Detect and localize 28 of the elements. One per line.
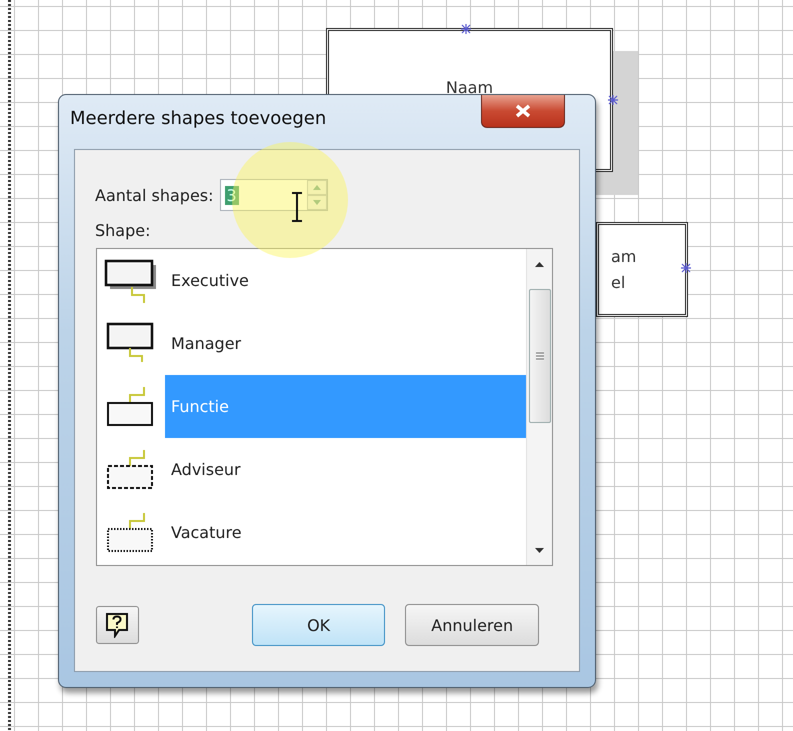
down-arrow-icon — [312, 200, 321, 205]
list-item[interactable]: Adviseur — [165, 438, 526, 501]
up-arrow-icon — [535, 262, 544, 266]
help-icon — [105, 612, 130, 638]
scroll-thumb[interactable] — [528, 289, 550, 423]
shape-label: Shape: — [95, 221, 152, 240]
connection-point-icon — [681, 263, 691, 273]
help-button[interactable] — [96, 606, 139, 644]
text-cursor-icon — [289, 192, 305, 222]
list-item[interactable]: Executive — [165, 249, 526, 312]
count-value: 3 — [224, 186, 239, 204]
shape-text: Naam — [446, 77, 494, 99]
shape-text: am — [611, 246, 638, 268]
shape-text: el — [611, 272, 626, 294]
close-button[interactable] — [481, 95, 565, 128]
window-title: Meerdere shapes toevoegen — [70, 108, 326, 129]
down-arrow-icon — [535, 548, 544, 552]
cancel-button[interactable]: Annuleren — [405, 604, 539, 646]
up-arrow-icon — [312, 185, 321, 190]
list-item[interactable]: Vacature — [165, 501, 526, 564]
close-icon — [514, 104, 532, 118]
connection-point-icon — [608, 95, 618, 105]
scrollbar[interactable] — [526, 249, 552, 565]
grip-icon — [536, 352, 544, 360]
ok-button[interactable]: OK — [252, 604, 386, 646]
connection-point-icon — [461, 24, 471, 34]
list-item[interactable]: Manager — [165, 312, 526, 375]
count-label: Aantal shapes: — [95, 186, 214, 204]
